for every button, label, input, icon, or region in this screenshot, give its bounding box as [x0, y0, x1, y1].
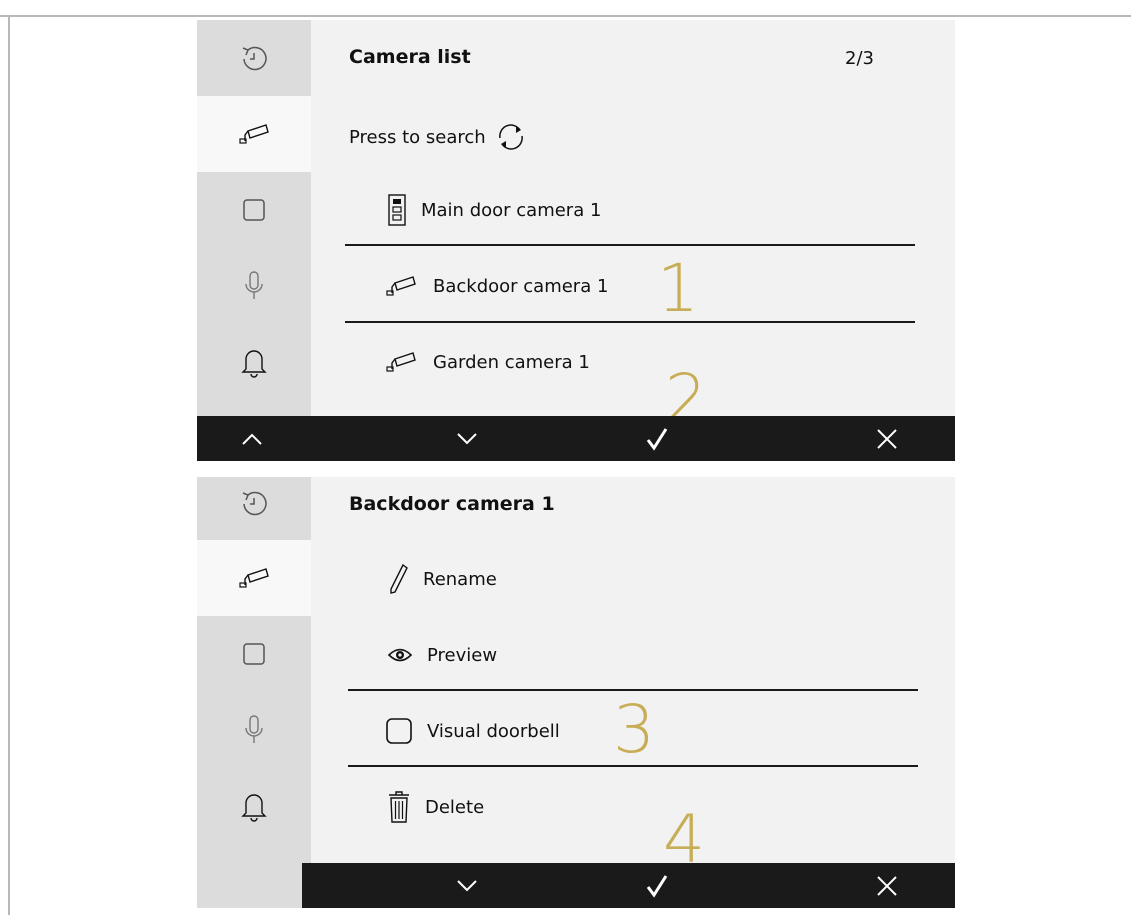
camera-icon: [386, 352, 416, 372]
trash-icon: [389, 791, 409, 823]
page-indicator: 2/3: [845, 48, 874, 69]
menu-item-label: Rename: [423, 568, 497, 590]
sidebar-item-bell[interactable]: [197, 324, 311, 400]
list-item-label: Garden camera 1: [433, 351, 590, 373]
down-button[interactable]: [437, 863, 497, 908]
divider: [345, 244, 915, 246]
menu-item-label: Preview: [427, 644, 498, 666]
camera-icon: [386, 276, 416, 296]
menu-item-visual-doorbell[interactable]: Visual doorbell: [385, 711, 560, 751]
divider: [345, 321, 915, 323]
callout-number: 1: [657, 250, 699, 327]
eye-icon: [387, 648, 413, 662]
menu-item-delete[interactable]: Delete: [387, 787, 484, 827]
page-title: Backdoor camera 1: [349, 493, 555, 515]
bottom-bar: [302, 863, 955, 908]
menu-item-label: Delete: [425, 796, 485, 818]
search-button[interactable]: Press to search: [349, 120, 528, 154]
menu-item-rename[interactable]: Rename: [387, 559, 497, 599]
square-icon: [243, 199, 265, 221]
chevron-down-icon: [457, 432, 477, 444]
down-button[interactable]: [437, 416, 497, 461]
sidebar-item-history[interactable]: [197, 477, 311, 541]
page-title: Camera list: [349, 46, 471, 68]
history-icon: [242, 491, 267, 516]
close-button[interactable]: [857, 416, 917, 461]
camera-detail-content: Backdoor camera 1 Rename Preview Visual …: [311, 477, 955, 908]
list-item-label: Main door camera 1: [421, 199, 602, 221]
menu-item-preview[interactable]: Preview: [387, 635, 497, 675]
history-icon: [242, 46, 267, 71]
list-item[interactable]: Main door camera 1: [387, 190, 601, 230]
square-icon: [243, 643, 265, 665]
up-button[interactable]: [222, 416, 282, 461]
check-icon: [646, 874, 668, 898]
search-label: Press to search: [349, 126, 486, 148]
camera-list-screen: Camera list 2/3 Press to search Main doo…: [197, 20, 955, 461]
sidebar: [197, 20, 311, 461]
microphone-icon: [245, 715, 263, 743]
close-icon: [877, 875, 897, 896]
door-station-icon: [388, 194, 406, 226]
sidebar-item-camera[interactable]: [197, 96, 311, 172]
callout-number: 3: [613, 691, 655, 768]
bell-icon: [241, 350, 267, 378]
sidebar-item-camera[interactable]: [197, 540, 311, 616]
chevron-up-icon: [242, 433, 262, 445]
sidebar-item-square[interactable]: [197, 616, 311, 692]
menu-item-label: Visual doorbell: [427, 720, 560, 742]
sidebar-item-square[interactable]: [197, 172, 311, 248]
camera-detail-screen: Backdoor camera 1 Rename Preview Visual …: [197, 477, 955, 908]
close-button[interactable]: [857, 863, 917, 908]
check-icon: [646, 427, 668, 451]
list-item-label: Backdoor camera 1: [433, 275, 609, 297]
sidebar-item-microphone[interactable]: [197, 248, 311, 324]
camera-icon: [239, 568, 269, 588]
camera-icon: [239, 124, 269, 144]
bottom-bar: [197, 416, 955, 461]
microphone-icon: [245, 271, 263, 299]
camera-list-content: Camera list 2/3 Press to search Main doo…: [311, 20, 955, 461]
frame-top-border: [0, 15, 1131, 17]
chevron-down-icon: [457, 879, 477, 891]
list-item[interactable]: Backdoor camera 1: [383, 266, 608, 306]
bell-icon: [241, 794, 267, 822]
pencil-icon: [390, 563, 408, 594]
refresh-icon: [498, 124, 523, 150]
confirm-button[interactable]: [627, 863, 687, 908]
sidebar-item-microphone[interactable]: [197, 692, 311, 768]
sidebar: [197, 477, 311, 908]
sidebar-item-history[interactable]: [197, 20, 311, 96]
frame-left-border: [8, 15, 10, 915]
close-icon: [877, 428, 897, 449]
confirm-button[interactable]: [627, 416, 687, 461]
checkbox-icon[interactable]: [385, 717, 413, 745]
list-item[interactable]: Garden camera 1: [383, 342, 590, 382]
sidebar-item-bell[interactable]: [197, 768, 311, 844]
